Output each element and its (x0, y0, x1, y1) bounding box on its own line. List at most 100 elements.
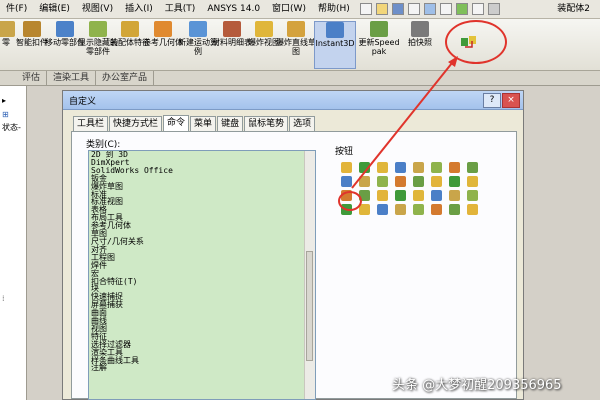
command-icon[interactable] (377, 162, 388, 173)
command-icon[interactable] (395, 190, 406, 201)
tab-mouse-gestures[interactable]: 鼠标笔势 (244, 116, 289, 131)
command-icon[interactable] (449, 204, 460, 215)
menu-insert[interactable]: 插入(I) (119, 0, 159, 18)
ribbon-button-take-snapshot[interactable]: 拍快照 (400, 21, 440, 69)
command-icon[interactable] (467, 176, 478, 187)
select-icon[interactable] (439, 3, 452, 15)
fastener-icon (23, 21, 41, 37)
motion-study-icon (189, 21, 207, 37)
command-icon[interactable] (395, 176, 406, 187)
command-icon[interactable] (449, 190, 460, 201)
list-item[interactable]: 工程图 (89, 253, 315, 262)
list-item[interactable]: 标准视图 (89, 198, 315, 206)
tab-office-products[interactable]: 办公室产品 (96, 71, 155, 85)
command-icon[interactable] (377, 204, 388, 215)
options-icon[interactable] (487, 3, 500, 15)
menu-help[interactable]: 帮助(H) (312, 0, 356, 18)
status-text: 状态- (2, 123, 21, 132)
ribbon-button-update-speedpak[interactable]: 更新Speedpak (358, 21, 400, 69)
help-button[interactable]: ? (483, 93, 501, 108)
command-icon[interactable] (359, 176, 370, 187)
list-item[interactable]: 样条曲线工具 (89, 356, 315, 365)
command-icon[interactable] (341, 162, 352, 173)
command-icon[interactable] (449, 162, 460, 173)
dialog-titlebar[interactable]: 自定义 (63, 91, 523, 110)
buttons-label: 按钮 (335, 147, 354, 157)
ribbon-button-explode-line-sketch[interactable]: 爆炸直线草图 (276, 21, 316, 69)
command-icon[interactable] (395, 162, 406, 173)
list-item[interactable]: 注解 (89, 364, 315, 372)
list-item[interactable]: 参考几何体 (89, 222, 315, 230)
command-icon[interactable] (359, 162, 370, 173)
tree-node-icon[interactable]: ⊞ (2, 110, 9, 119)
list-item[interactable]: 曲面 (89, 309, 315, 317)
list-item[interactable]: 视图 (89, 324, 315, 333)
command-icon[interactable] (431, 190, 442, 201)
command-icon[interactable] (359, 204, 370, 215)
assembly-feature-icon (121, 21, 139, 37)
rebuild-icon[interactable] (455, 3, 468, 15)
file-properties-icon[interactable] (471, 3, 484, 15)
menu-bar: 件(F) 编辑(E) 视图(V) 插入(I) 工具(T) ANSYS 14.0 … (0, 0, 600, 19)
menu-view[interactable]: 视图(V) (76, 0, 119, 18)
tab-commands[interactable]: 命令 (163, 115, 190, 131)
list-item[interactable]: 爆炸草图 (89, 182, 315, 191)
command-icon[interactable] (413, 190, 424, 201)
command-manager-ribbon: 零 智能扣件 移动零部件 显示隐藏的零部件 装配体特征 参考几何体 新建运动算例… (0, 19, 600, 71)
list-item[interactable]: 焊件 (89, 261, 315, 270)
splitter-handle-icon[interactable]: ⁞ (2, 294, 5, 303)
list-item[interactable]: SolidWorks Office (89, 166, 315, 175)
expand-arrow-icon[interactable]: ▸ (2, 96, 6, 105)
menu-file[interactable]: 件(F) (0, 0, 33, 18)
command-icon[interactable] (431, 204, 442, 215)
ribbon-button-reference-geometry[interactable]: 参考几何体 (143, 21, 183, 69)
close-button[interactable]: × (502, 93, 520, 108)
customize-dialog: 自定义 ? × 工具栏 快捷方式栏 命令 菜单 键盘 鼠标笔势 选项 类别(C)… (62, 90, 524, 400)
open-file-icon[interactable] (375, 3, 388, 15)
command-icon[interactable] (341, 176, 352, 187)
menu-edit[interactable]: 编辑(E) (33, 0, 76, 18)
list-item[interactable]: 屏幕捕获 (89, 301, 315, 309)
scrollbar-thumb[interactable] (306, 251, 313, 361)
command-icon[interactable] (467, 190, 478, 201)
print-icon[interactable] (407, 3, 420, 15)
list-item[interactable]: 扣合特征(T) (89, 277, 315, 286)
tab-menus[interactable]: 菜单 (190, 116, 217, 131)
tab-keyboard[interactable]: 键盘 (217, 116, 244, 131)
command-icon[interactable] (395, 204, 406, 215)
show-hidden-icon (89, 21, 107, 37)
command-icon[interactable] (467, 204, 478, 215)
commands-tab-page: 类别(C): 2D 到 3D DimXpert SolidWorks Offic… (71, 131, 517, 400)
menu-window[interactable]: 窗口(W) (266, 0, 312, 18)
tab-render-tools[interactable]: 渲染工具 (47, 71, 97, 85)
command-icon[interactable] (413, 162, 424, 173)
dialog-title: 自定义 (69, 96, 97, 107)
tab-evaluate[interactable]: 评估 (16, 71, 48, 85)
command-icon[interactable] (467, 162, 478, 173)
move-component-icon (56, 21, 74, 37)
list-item[interactable]: 尺寸/几何关系 (89, 238, 315, 246)
command-icon[interactable] (413, 176, 424, 187)
command-icon[interactable] (377, 190, 388, 201)
list-item[interactable]: 对齐 (89, 245, 315, 254)
command-icon[interactable] (449, 176, 460, 187)
ribbon-button-instant3d[interactable]: Instant3D (314, 21, 356, 69)
highlight-circle-ribbon (445, 20, 507, 64)
command-icon[interactable] (377, 176, 388, 187)
list-item[interactable]: 曲线 (89, 317, 315, 325)
tab-toolbars[interactable]: 工具栏 (73, 116, 109, 131)
menu-ansys[interactable]: ANSYS 14.0 (201, 0, 266, 18)
menu-tools[interactable]: 工具(T) (159, 0, 202, 18)
command-icon[interactable] (431, 162, 442, 173)
explode-line-sketch-icon (287, 21, 305, 37)
tab-shortcut-bars[interactable]: 快捷方式栏 (109, 116, 163, 131)
category-scrollbar[interactable] (304, 151, 315, 399)
command-icon[interactable] (431, 176, 442, 187)
save-icon[interactable] (391, 3, 404, 15)
category-list[interactable]: 2D 到 3D DimXpert SolidWorks Office 钣金 爆炸… (88, 150, 316, 400)
tab-options[interactable]: 选项 (289, 116, 316, 131)
undo-icon[interactable] (423, 3, 436, 15)
bom-icon (223, 21, 241, 37)
new-file-icon[interactable] (359, 3, 372, 15)
command-icon[interactable] (413, 204, 424, 215)
